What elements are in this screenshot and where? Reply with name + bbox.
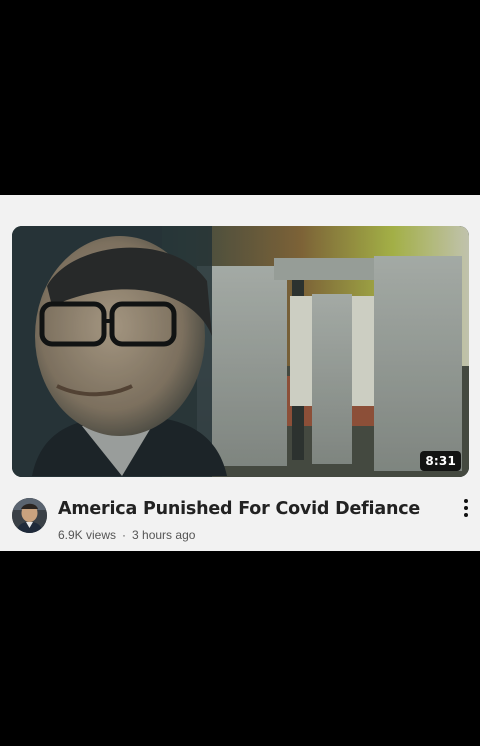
- screen: 8:31 America Punished For Covid Defiance…: [0, 0, 480, 746]
- more-dot: [464, 499, 468, 503]
- duration-badge: 8:31: [420, 451, 461, 471]
- more-dot: [464, 513, 468, 517]
- view-count: 6.9K views: [58, 528, 117, 542]
- video-title[interactable]: America Punished For Covid Defiance: [58, 499, 420, 519]
- more-vert-icon[interactable]: [460, 495, 472, 521]
- avatar-image: [12, 498, 47, 533]
- channel-avatar[interactable]: [12, 498, 47, 533]
- meta-separator: ·: [122, 528, 127, 542]
- video-subline: 6.9K views · 3 hours ago: [58, 528, 195, 542]
- upload-age: 3 hours ago: [132, 528, 196, 542]
- video-meta: America Punished For Covid Defiance 6.9K…: [0, 493, 480, 545]
- video-card[interactable]: 8:31 America Punished For Covid Defiance…: [0, 195, 480, 551]
- thumbnail-image: [12, 226, 469, 477]
- more-dot: [464, 506, 468, 510]
- video-thumbnail[interactable]: 8:31: [12, 226, 469, 477]
